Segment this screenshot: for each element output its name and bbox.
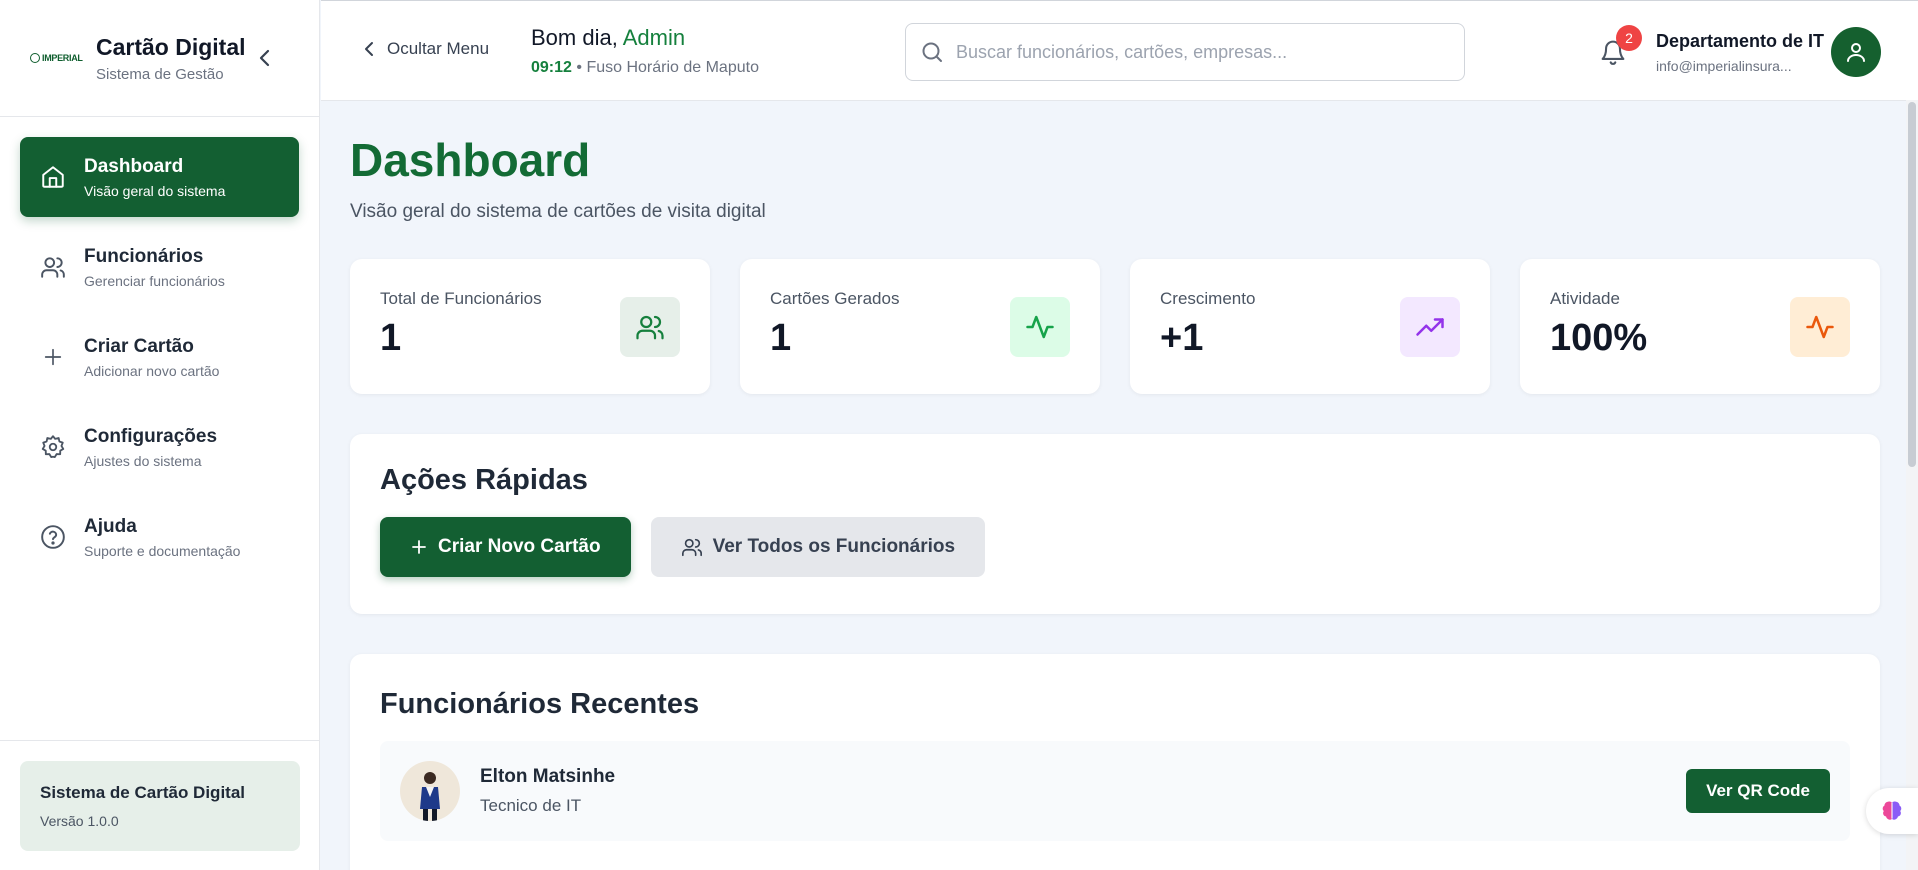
quick-actions: Criar Novo Cartão Ver Todos os Funcionár… [380, 517, 1850, 577]
activity-icon [1010, 297, 1070, 357]
notification-badge: 2 [1616, 25, 1642, 51]
sidebar-item-desc: Gerenciar funcionários [84, 272, 225, 289]
stat-card-crescimento: Crescimento +1 [1130, 259, 1490, 394]
sidebar: IMPERIAL Cartão Digital Sistema de Gestã… [0, 0, 320, 870]
employee-role: Tecnico de IT [480, 796, 582, 815]
chevron-left-icon [259, 49, 270, 67]
sidebar-item-label: Ajuda [84, 515, 137, 537]
system-name: Sistema de Cartão Digital [40, 783, 246, 802]
collapse-sidebar-button[interactable] [255, 48, 275, 68]
search-icon [922, 42, 942, 62]
sidebar-item-desc: Ajustes do sistema [84, 452, 202, 469]
sidebar-item-label: Dashboard [84, 155, 184, 177]
employee-info: Elton Matsinhe Tecnico de IT [480, 766, 615, 816]
recent-employees-title: Funcionários Recentes [380, 688, 700, 720]
sidebar-item-label: Criar Cartão [84, 335, 194, 357]
sidebar-item-ajuda[interactable]: Ajuda Suporte e documentação [20, 497, 299, 577]
floating-assistant-button[interactable] [1866, 788, 1918, 834]
employee-name: Elton Matsinhe [480, 766, 616, 787]
users-icon [681, 538, 702, 557]
quick-actions-title: Ações Rápidas [380, 464, 588, 496]
logo-text: IMPERIAL [42, 53, 83, 63]
plus-icon [412, 540, 426, 554]
stat-card-funcionarios: Total de Funcionários 1 [350, 259, 710, 394]
page-subtitle: Visão geral do sistema de cartões de vis… [350, 201, 766, 222]
brain-icon [1882, 801, 1902, 820]
trending-up-icon [1400, 297, 1460, 357]
hide-menu-label: Ocultar Menu [387, 39, 490, 58]
stat-card-atividade: Atividade 100% [1520, 259, 1880, 394]
page-scrollbar[interactable] [1906, 100, 1918, 870]
create-card-label: Criar Novo Cartão [438, 536, 601, 557]
user-email: info@imperialinsura... [1656, 58, 1792, 74]
main-content: Dashboard Visão geral do sistema de cart… [350, 101, 1880, 870]
page-title: Dashboard [350, 134, 591, 186]
view-employees-label: Ver Todos os Funcionários [712, 536, 956, 557]
top-header: Ocultar Menu Bom dia, Admin 09:12 • Fuso… [321, 0, 1918, 101]
scrollbar-thumb[interactable] [1908, 102, 1916, 467]
quick-actions-card: Ações Rápidas Criar Novo Cartão Ver Todo… [350, 434, 1880, 614]
time-line: 09:12 • Fuso Horário de Maputo [531, 59, 759, 77]
view-qr-code-button[interactable]: Ver QR Code [1686, 769, 1830, 813]
logo-emblem-icon [30, 53, 40, 63]
chevron-left-icon [365, 42, 373, 56]
user-name: Departamento de IT [1656, 31, 1825, 51]
avatar[interactable] [1831, 27, 1881, 77]
system-version: Versão 1.0.0 [40, 813, 119, 829]
greeting-text: Bom dia, [531, 25, 618, 50]
hide-menu-button[interactable]: Ocultar Menu [363, 39, 489, 59]
greeting: Bom dia, Admin 09:12 • Fuso Horário de M… [531, 25, 759, 77]
search-box[interactable] [905, 23, 1465, 81]
current-time: 09:12 [531, 59, 572, 76]
brand-subtitle: Sistema de Gestão [96, 65, 224, 83]
users-icon [620, 297, 680, 357]
sidebar-footer: Sistema de Cartão Digital Versão 1.0.0 [0, 740, 320, 870]
gear-icon [40, 434, 66, 460]
help-circle-icon [40, 524, 66, 550]
view-employees-button[interactable]: Ver Todos os Funcionários [650, 517, 986, 577]
time-separator: • [576, 59, 582, 76]
brand-title: Cartão Digital [96, 33, 246, 60]
user-info[interactable]: Departamento de IT info@imperialinsura..… [1656, 31, 1824, 74]
stat-card-cartoes: Cartões Gerados 1 [740, 259, 1100, 394]
sidebar-nav: Dashboard Visão geral do sistema Funcion… [0, 117, 319, 607]
timezone: Fuso Horário de Maputo [586, 59, 759, 76]
imperial-logo: IMPERIAL [30, 48, 83, 68]
sidebar-item-desc: Visão geral do sistema [84, 182, 226, 199]
list-item: Elton Matsinhe Tecnico de IT Ver QR Code [380, 741, 1850, 841]
sidebar-item-label: Configurações [84, 425, 218, 447]
sidebar-item-configuracoes[interactable]: Configurações Ajustes do sistema [20, 407, 299, 487]
brand-text: Cartão Digital Sistema de Gestão [96, 34, 246, 83]
home-icon [40, 164, 66, 190]
recent-employees-card: Funcionários Recentes Elton Matsinhe Tec… [350, 654, 1880, 870]
user-icon [1847, 43, 1865, 62]
users-icon [40, 254, 66, 280]
search-input[interactable] [956, 41, 1436, 63]
activity-icon [1790, 297, 1850, 357]
sidebar-item-desc: Adicionar novo cartão [84, 362, 220, 379]
stats-row: Total de Funcionários 1 Cartões Gerados … [350, 259, 1880, 394]
greeting-line: Bom dia, Admin [531, 25, 759, 51]
create-card-button[interactable]: Criar Novo Cartão [380, 517, 631, 577]
sidebar-item-label: Funcionários [84, 245, 204, 267]
brand-header: IMPERIAL Cartão Digital Sistema de Gestã… [0, 0, 319, 117]
sidebar-item-criar-cartao[interactable]: Criar Cartão Adicionar novo cartão [20, 317, 299, 397]
plus-icon [40, 344, 66, 370]
sidebar-item-funcionarios[interactable]: Funcionários Gerenciar funcionários [20, 227, 299, 307]
sidebar-item-desc: Suporte e documentação [84, 542, 241, 559]
sidebar-item-dashboard[interactable]: Dashboard Visão geral do sistema [20, 137, 299, 217]
employee-photo [400, 761, 460, 821]
system-info-card: Sistema de Cartão Digital Versão 1.0.0 [20, 761, 300, 851]
greeting-user: Admin [622, 25, 686, 50]
